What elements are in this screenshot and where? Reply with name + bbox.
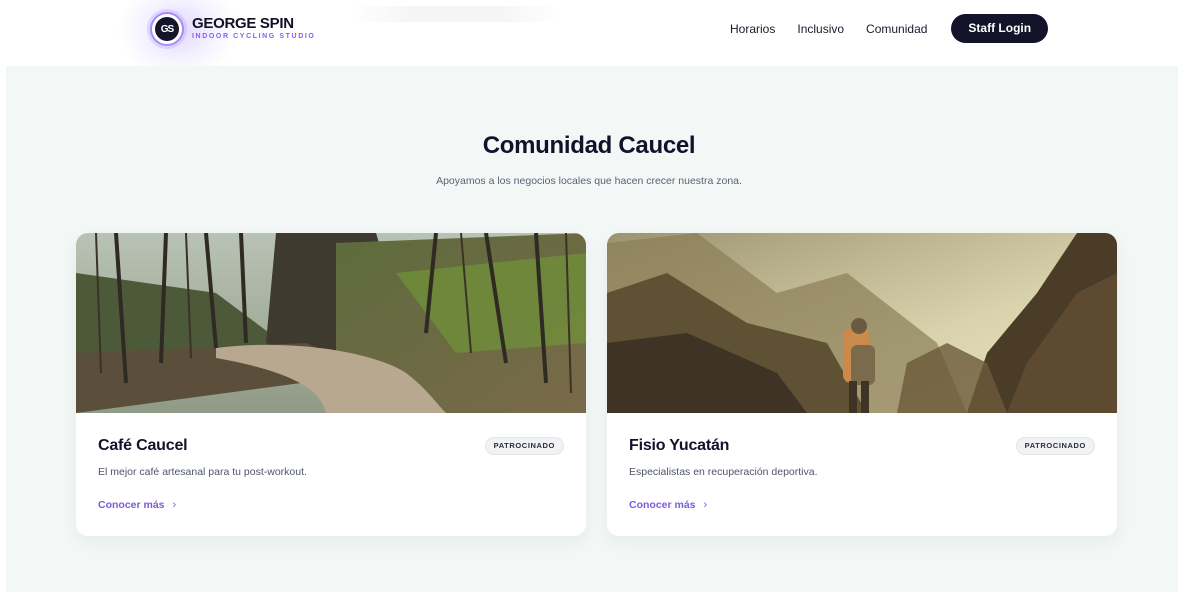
card-description: El mejor café artesanal para tu post-wor… [98,466,307,478]
section-title: Comunidad Caucel [482,132,696,159]
sponsor-card-fisio-yucatan[interactable]: Fisio Yucatán PATROCINADO Especialistas … [607,233,1117,536]
brand-tagline: INDOOR CYCLING STUDIO [192,33,316,40]
learn-more-link[interactable]: Conocer más › [98,499,176,511]
card-description: Especialistas en recuperación deportiva. [629,466,818,478]
forest-path-photo [76,233,586,413]
brand-text: GEORGE SPIN INDOOR CYCLING STUDIO [192,16,315,42]
chevron-right-icon: › [172,499,177,511]
mountain-hiker-photo [607,233,1117,413]
sponsor-card-cafe-caucel[interactable]: Café Caucel PATROCINADO El mejor café ar… [76,233,586,536]
learn-more-label: Conocer más [98,499,165,511]
card-title: Fisio Yucatán [629,437,730,454]
chevron-right-icon: › [703,499,708,511]
header-decoration [350,6,560,22]
sponsored-badge: PATROCINADO [1015,437,1095,455]
section-subtitle: Apoyamos a los negocios locales que hace… [436,175,742,187]
learn-more-link[interactable]: Conocer más › [629,499,707,511]
nav-link-comunidad[interactable]: Comunidad [866,15,927,43]
staff-login-button[interactable]: Staff Login [951,14,1049,43]
logo-monogram: GS [155,17,179,41]
card-title: Café Caucel [98,437,188,454]
top-navigation-bar: GS GEORGE SPIN INDOOR CYCLING STUDIO Hor… [0,0,1178,80]
nav-link-horarios[interactable]: Horarios [730,15,775,43]
main-nav: Horarios Inclusivo Comunidad Staff Login [730,14,1049,43]
sponsored-badge: PATROCINADO [484,437,564,455]
brand-name: GEORGE SPIN [192,15,294,32]
brand-logo-icon: GS [150,12,184,46]
nav-link-inclusivo[interactable]: Inclusivo [797,15,844,43]
brand-logo-link[interactable]: GS GEORGE SPIN INDOOR CYCLING STUDIO [150,12,315,46]
learn-more-label: Conocer más [629,499,696,511]
